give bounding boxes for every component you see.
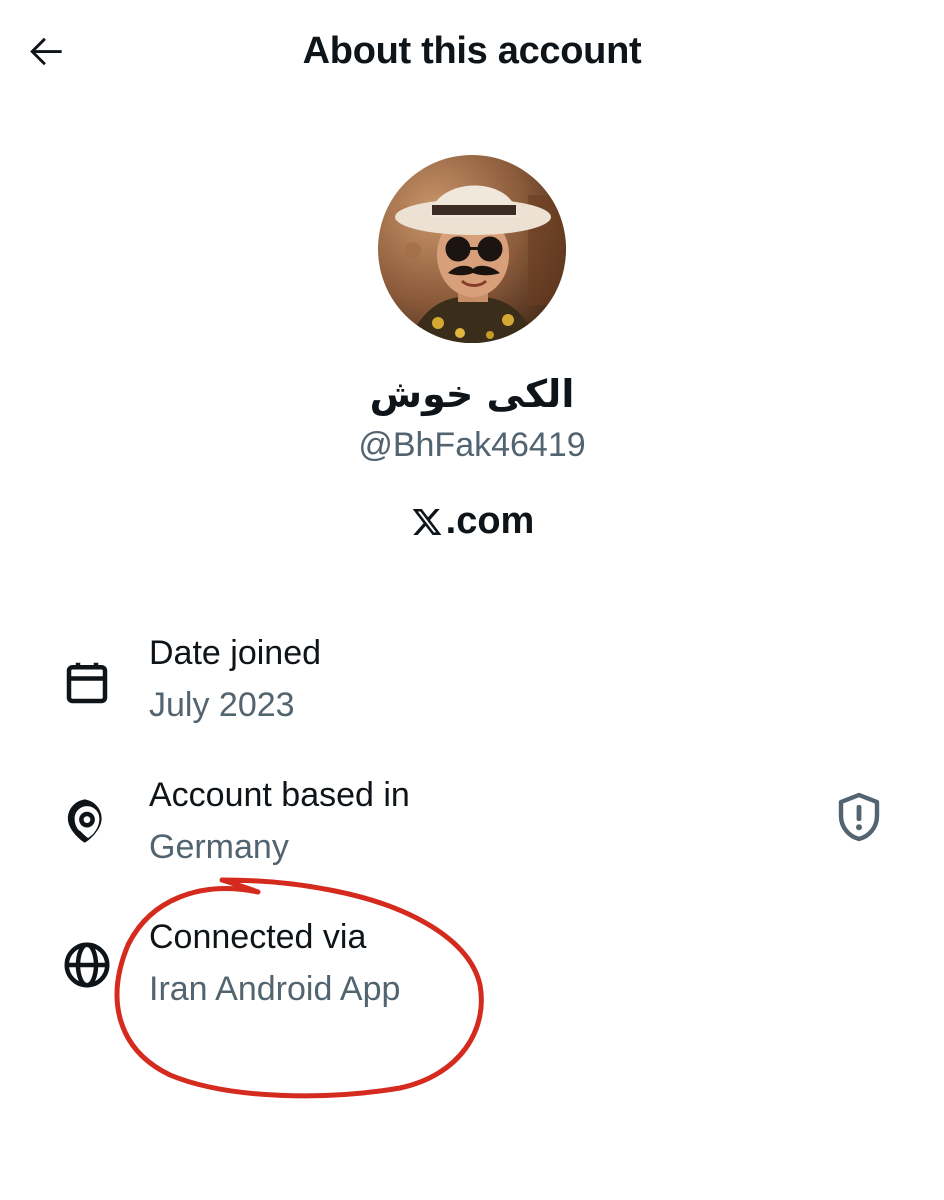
connected-via-label: Connected via <box>149 918 367 956</box>
connected-via-row: Connected via Iran Android App <box>0 918 944 1028</box>
page-title: About this account <box>302 30 642 72</box>
x-logo-icon <box>412 508 442 535</box>
display-name: الکی خوش <box>369 372 575 416</box>
date-joined-row: Date joined July 2023 <box>0 634 944 744</box>
header: About this account <box>0 0 944 105</box>
site-link[interactable]: .com <box>0 500 944 543</box>
date-joined-label: Date joined <box>149 634 322 672</box>
calendar-icon <box>66 662 108 704</box>
handle: @BhFak46419 <box>358 426 586 464</box>
about-account-page: About this account الکی خوش @BhFak46419 … <box>0 0 944 1200</box>
shield-alert-icon[interactable] <box>834 792 884 844</box>
date-joined-value: July 2023 <box>149 686 295 724</box>
account-based-label: Account based in <box>149 776 410 814</box>
globe-icon <box>64 942 110 988</box>
avatar <box>378 155 566 343</box>
account-based-row: Account based in Germany <box>0 776 944 886</box>
location-pin-icon <box>67 799 102 843</box>
connected-via-value: Iran Android App <box>149 970 401 1008</box>
site-label: .com <box>445 500 535 542</box>
account-based-value: Germany <box>149 828 289 866</box>
